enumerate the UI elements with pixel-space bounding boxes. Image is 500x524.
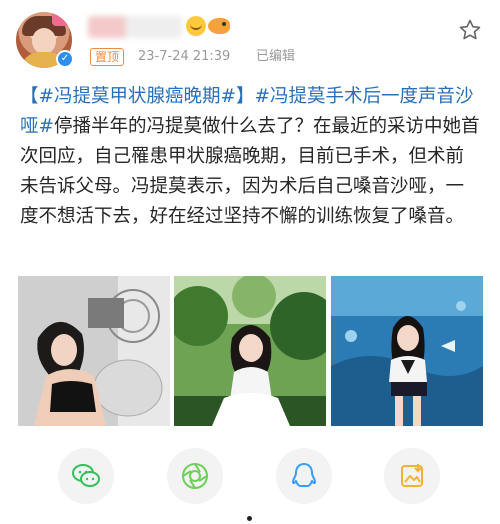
avatar-face [32,28,56,54]
user-badge-icons [186,14,230,40]
hashtag-link-1[interactable]: 【#冯提莫甲状腺癌晚期#】 [20,86,255,107]
weibo-post-page: ✓ 置顶 23-7-24 21:39 已编辑 【#冯提莫甲状腺癌晚期#】#冯提莫… [0,0,500,524]
qq-icon [292,463,316,487]
star-icon [459,19,481,40]
avatar-hat [52,12,72,26]
smile-emoji-icon [186,16,206,36]
moments-icon [182,463,208,489]
username-blurred[interactable] [88,16,182,38]
photo-2-illustration [174,276,326,426]
share-wechat-button[interactable] [58,448,114,504]
page-indicator-dot [247,516,252,521]
post-image-2[interactable] [174,276,326,426]
post-timestamp: 23-7-24 21:39 [138,49,231,64]
post-image-3[interactable] [331,276,483,426]
post-image-1[interactable] [18,276,170,426]
share-moments-button[interactable] [167,448,223,504]
fish-emoji-icon [208,18,230,34]
share-qq-button[interactable] [276,448,332,504]
edited-label[interactable]: 已编辑 [256,48,295,66]
photo-1-illustration [18,276,170,426]
save-image-icon [401,464,423,487]
wechat-icon [72,464,100,487]
post-body: 停播半年的冯提莫做什么去了？在最近的采访中她首次回应，自己罹患甲状腺癌晚期，目前… [20,116,480,227]
save-image-button[interactable] [384,448,440,504]
post-text: 【#冯提莫甲状腺癌晚期#】#冯提莫手术后一度声音沙哑#停播半年的冯提莫做什么去了… [20,82,482,232]
post-header: ✓ 置顶 23-7-24 21:39 已编辑 [16,10,486,72]
verified-badge-icon: ✓ [56,50,74,68]
pinned-badge: 置顶 [90,48,125,66]
photo-3-illustration [331,276,483,426]
favorite-button[interactable] [458,18,482,42]
share-bar [0,442,500,506]
